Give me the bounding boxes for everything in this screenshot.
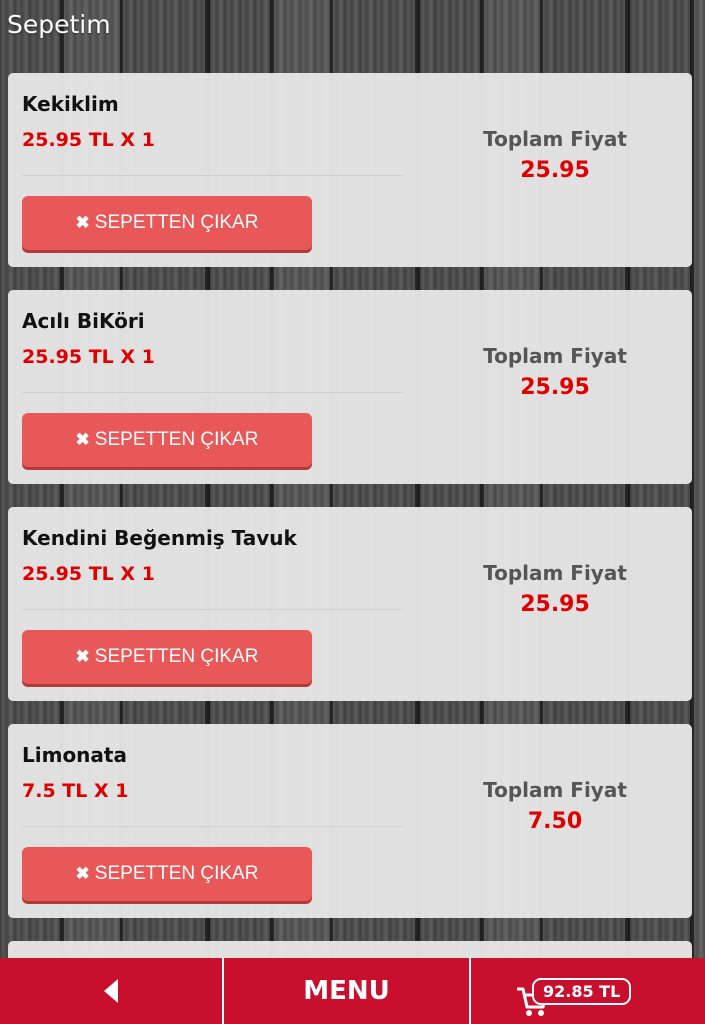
menu-label: MENU — [303, 976, 390, 1006]
menu-button[interactable]: MENU — [224, 958, 471, 1024]
close-icon: ✖ — [75, 430, 90, 449]
cart-item-card: Kendini Beğenmiş Tavuk 25.95 TL X 1 ✖ SE… — [8, 507, 692, 701]
item-unit-price: 25.95 TL X 1 — [22, 129, 155, 151]
remove-button-label: SEPETTEN ÇIKAR — [94, 863, 259, 884]
close-icon: ✖ — [75, 864, 90, 883]
cart-item-card: Acılı BiKöri 25.95 TL X 1 ✖ SEPETTEN ÇIK… — [8, 290, 692, 484]
back-button[interactable] — [0, 958, 224, 1024]
page-title: Sepetim — [7, 10, 111, 39]
remove-button-label: SEPETTEN ÇIKAR — [94, 646, 259, 667]
close-icon: ✖ — [75, 647, 90, 666]
item-unit-price: 25.95 TL X 1 — [22, 563, 155, 585]
item-unit-price: 25.95 TL X 1 — [22, 346, 155, 368]
chevron-left-icon — [104, 979, 118, 1003]
total-price-value: 25.95 — [520, 158, 590, 183]
item-name: Kendini Beğenmiş Tavuk — [22, 526, 297, 550]
remove-from-cart-button[interactable]: ✖ SEPETTEN ÇIKAR — [22, 196, 312, 250]
divider — [22, 826, 404, 827]
bottom-nav-bar: MENU 92.85 TL — [0, 958, 705, 1024]
total-price-value: 25.95 — [520, 592, 590, 617]
item-name: Kekiklim — [22, 92, 119, 116]
item-name: Limonata — [22, 743, 127, 767]
divider — [22, 392, 404, 393]
remove-from-cart-button[interactable]: ✖ SEPETTEN ÇIKAR — [22, 413, 312, 467]
total-price-label: Toplam Fiyat — [483, 127, 627, 151]
cart-button[interactable]: 92.85 TL — [471, 958, 705, 1024]
remove-button-label: SEPETTEN ÇIKAR — [94, 212, 259, 233]
remove-button-label: SEPETTEN ÇIKAR — [94, 429, 259, 450]
cart-item-card: Kekiklim 25.95 TL X 1 ✖ SEPETTEN ÇIKAR T… — [8, 73, 692, 267]
total-price-value: 7.50 — [527, 809, 583, 834]
total-price-label: Toplam Fiyat — [483, 561, 627, 585]
total-price-label: Toplam Fiyat — [483, 778, 627, 802]
item-name: Acılı BiKöri — [22, 309, 145, 333]
cart-total-badge: 92.85 TL — [532, 978, 632, 1005]
divider — [22, 175, 404, 176]
total-price-value: 25.95 — [520, 375, 590, 400]
total-price-label: Toplam Fiyat — [483, 344, 627, 368]
close-icon: ✖ — [75, 213, 90, 232]
remove-from-cart-button[interactable]: ✖ SEPETTEN ÇIKAR — [22, 847, 312, 901]
remove-from-cart-button[interactable]: ✖ SEPETTEN ÇIKAR — [22, 630, 312, 684]
divider — [22, 609, 404, 610]
item-unit-price: 7.5 TL X 1 — [22, 780, 129, 802]
cart-item-card: Limonata 7.5 TL X 1 ✖ SEPETTEN ÇIKAR Top… — [8, 724, 692, 918]
